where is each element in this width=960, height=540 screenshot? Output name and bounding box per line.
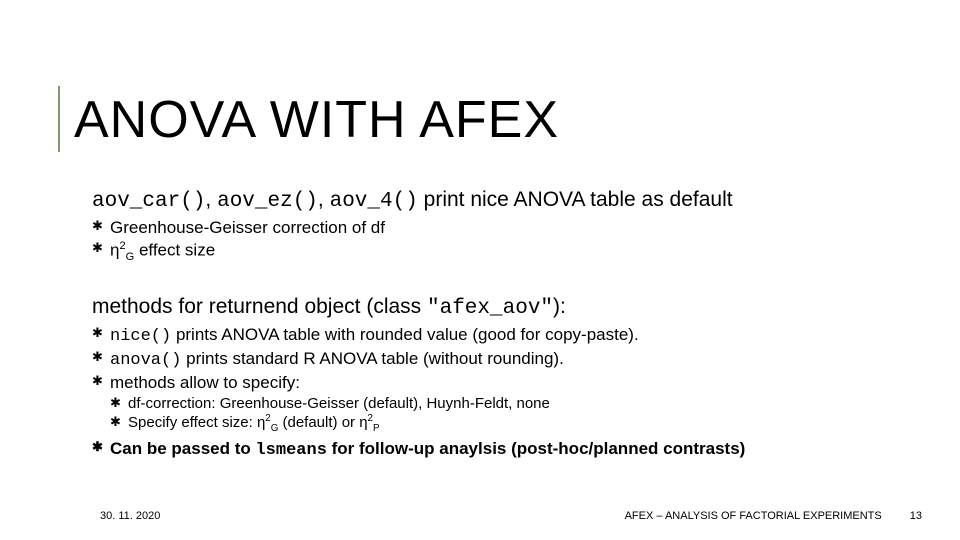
fn-aov-ez: aov_ez() xyxy=(217,190,318,213)
es-pre: Specify effect size: xyxy=(128,414,257,431)
bullet-anova: anova() prints standard R ANOVA table (w… xyxy=(92,348,912,372)
title-accent-bar xyxy=(58,86,60,152)
footer-page: 13 xyxy=(910,510,922,522)
footer-date: 30. 11. 2020 xyxy=(100,510,160,522)
eta-sub: G xyxy=(126,251,135,263)
ls-pre: Can be passed to xyxy=(110,439,255,458)
bullet-effectsize: Specify effect size: η2G (default) or η2… xyxy=(110,413,912,436)
nested-list: df-correction: Greenhouse-Geisser (defau… xyxy=(110,394,912,436)
bullet-dfcorr: df-correction: Greenhouse-Geisser (defau… xyxy=(110,394,912,414)
ls-post: for follow-up anaylsis (post-hoc/planned… xyxy=(327,439,745,458)
sep: , xyxy=(318,188,330,211)
anova-rest: prints standard R ANOVA table (without r… xyxy=(181,349,563,368)
slide-footer: 30. 11. 2020 AFEX – ANALYSIS OF FACTORIA… xyxy=(0,510,960,522)
slide-body: aov_car(), aov_ez(), aov_4() print nice … xyxy=(92,188,912,462)
sep: , xyxy=(205,188,217,211)
es-mid: (default) or xyxy=(278,414,359,431)
fn-anova: anova() xyxy=(110,351,181,370)
eta-symbol: η xyxy=(359,414,367,431)
methods-line: methods for returnend object (class "afe… xyxy=(92,295,912,320)
bullet-nice: nice() prints ANOVA table with rounded v… xyxy=(92,324,912,348)
intro-rest: print nice ANOVA table as default xyxy=(418,188,733,211)
bullet-lsmeans: Can be passed to lsmeans for follow-up a… xyxy=(92,438,912,462)
eta-rest: effect size xyxy=(134,241,215,260)
fn-aov-4: aov_4() xyxy=(330,190,418,213)
slide-title: ANOVA WITH AFEX xyxy=(74,90,559,150)
fn-lsmeans: lsmeans xyxy=(255,441,326,460)
intro-line: aov_car(), aov_ez(), aov_4() print nice … xyxy=(92,188,912,213)
nice-rest: prints ANOVA table with rounded value (g… xyxy=(171,325,638,344)
fn-aov-car: aov_car() xyxy=(92,190,205,213)
footer-source: AFEX – ANALYSIS OF FACTORIAL EXPERIMENTS xyxy=(625,510,882,522)
bullet-eta: η2G effect size xyxy=(92,239,912,264)
fn-nice: nice() xyxy=(110,327,171,346)
bullet-gg: Greenhouse-Geisser correction of df xyxy=(92,217,912,239)
methods-pre: methods for returnend object (class xyxy=(92,295,427,318)
eta-sub: P xyxy=(373,423,380,434)
bullet-specify: methods allow to specify: xyxy=(92,372,912,394)
class-name: "afex_aov" xyxy=(427,297,553,320)
methods-post: ): xyxy=(553,295,566,318)
